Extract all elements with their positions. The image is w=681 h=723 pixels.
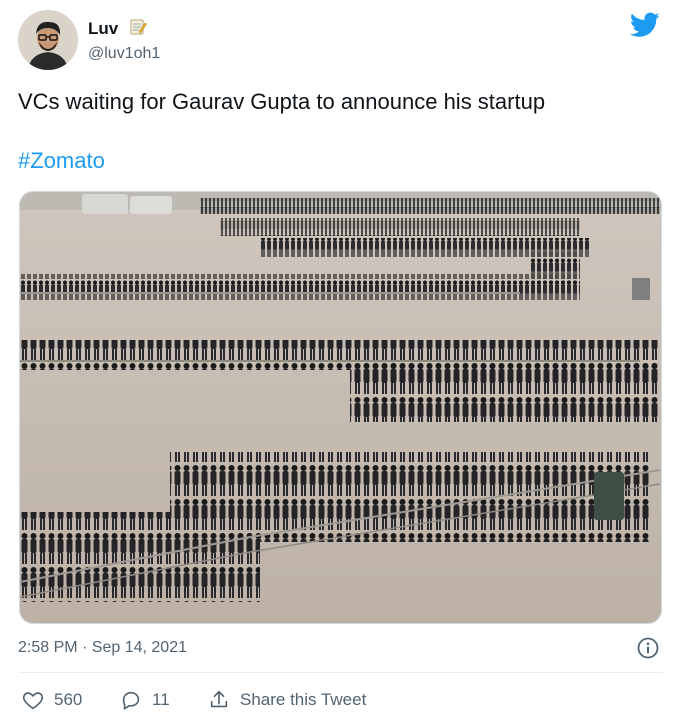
info-icon[interactable] [637,637,659,659]
like-button[interactable]: 560 [22,686,82,714]
reply-count: 11 [152,690,170,709]
tweet-card: Luv @luv1oh1 VCs waiting for Gaurav Gupt… [0,0,681,723]
avatar[interactable] [18,10,78,70]
tweet-header: Luv @luv1oh1 [18,10,668,70]
tweet-photo[interactable] [19,191,662,624]
like-count: 560 [54,690,83,709]
queue-photo [20,192,661,623]
reply-button[interactable]: 11 [120,686,170,714]
share-button[interactable]: Share this Tweet [208,686,366,714]
user-info: Luv @luv1oh1 [88,18,160,63]
tweet-text: VCs waiting for Gaurav Gupta to announce… [18,89,546,114]
tweet-timestamp[interactable]: 2:58 PM · Sep 14, 2021 [18,639,187,657]
twitter-bird-icon[interactable] [629,12,660,38]
heart-icon [22,692,44,710]
share-label: Share this Tweet [240,690,367,709]
user-handle[interactable]: @luv1oh1 [88,45,160,63]
tweet-actions: 560 11 Share this Tweet [18,686,668,714]
divider [18,672,663,673]
hashtag-link[interactable]: #Zomato [18,148,105,174]
user-name[interactable]: Luv [88,19,118,38]
memo-icon [129,18,147,41]
reply-icon [122,691,140,710]
share-icon [210,690,228,708]
